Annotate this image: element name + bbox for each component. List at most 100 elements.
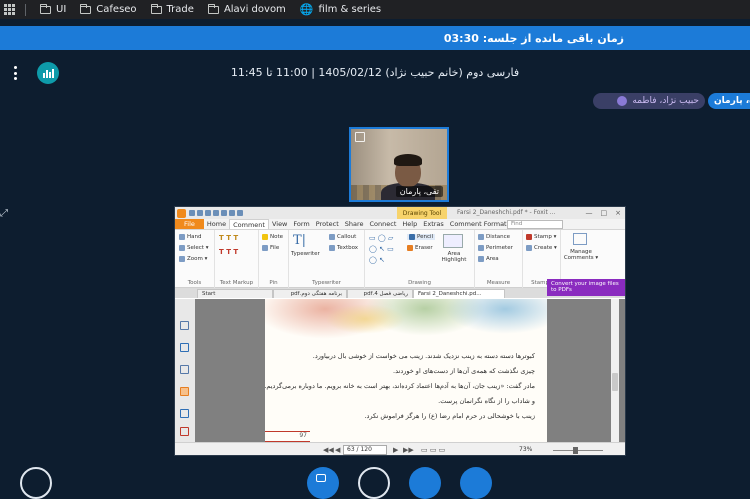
bookmark-trade[interactable]: Trade <box>150 3 194 15</box>
pencil-tool[interactable]: Pencil <box>407 234 436 240</box>
manage-comments-icon[interactable] <box>573 233 587 245</box>
shared-screen-document[interactable]: Drawing Tool Farsi 2_Daneshchi.pdf * - F… <box>174 206 626 456</box>
find-input[interactable]: Find <box>507 220 563 229</box>
scroll-thumb[interactable] <box>612 373 618 391</box>
area-highlight-tool[interactable]: Area Highlight <box>437 251 471 263</box>
zoom-slider-handle[interactable] <box>573 447 578 454</box>
prev-page-icon[interactable]: ◀ <box>335 446 340 454</box>
participant-chip-teacher[interactable]: حبیب نژاد، فاطمه <box>593 93 705 109</box>
typewriter-tool[interactable]: Typewriter <box>291 251 320 257</box>
maximize-icon[interactable]: □ <box>601 209 608 217</box>
fullscreen-icon[interactable]: ⤢ <box>0 208 10 220</box>
bookmark-cafeseo[interactable]: Cafeseo <box>80 3 137 15</box>
doc-tab-farsi[interactable]: Farsi 2_Daneshchi.pd... <box>413 289 505 298</box>
tab-file[interactable]: File <box>175 219 204 229</box>
distance-tool[interactable]: Distance <box>478 234 510 240</box>
microphone-button[interactable] <box>409 467 441 499</box>
doc-tab-math[interactable]: ریاضی فصل 4.pdf <box>347 289 413 298</box>
zoom-slider[interactable] <box>553 450 603 451</box>
first-page-icon[interactable]: ◀◀ <box>323 446 334 454</box>
tab-help[interactable]: Help <box>399 219 420 229</box>
create-stamp-tool[interactable]: Create ▾ <box>526 245 557 251</box>
textbox-tool[interactable]: Textbox <box>329 245 358 251</box>
bookmark-film-series[interactable]: 🌐 film & series <box>300 3 381 16</box>
bookmark-ui[interactable]: UI <box>40 3 67 15</box>
apps-grid-icon[interactable] <box>4 4 15 15</box>
folder-icon <box>207 3 219 14</box>
signature-panel-icon[interactable] <box>180 427 189 436</box>
zoom-tool[interactable]: Zoom ▾ <box>179 256 207 262</box>
comments-panel-icon[interactable] <box>180 387 189 396</box>
globe-icon: 🌐 <box>299 3 314 16</box>
page-text: کبوترها دسته دسته به زینب نزدیک شدند. زی… <box>265 349 535 424</box>
text-markup-icons[interactable]: T T T <box>219 234 238 242</box>
convert-ad-banner[interactable]: Convert your image files to PDFs <box>547 279 625 296</box>
tab-extras[interactable]: Extras <box>420 219 447 229</box>
tab-protect[interactable]: Protect <box>313 219 342 229</box>
tab-home[interactable]: Home <box>204 219 229 229</box>
manage-comments-tool[interactable]: Manage Comments ▾ <box>561 249 601 261</box>
view-mode-icons[interactable]: ▭ ▭ ▭ <box>421 446 445 454</box>
shape-tools-row2[interactable]: ◯ ↖ ▭ <box>369 245 394 253</box>
tab-comment[interactable]: Comment <box>229 219 269 229</box>
tab-comment-format[interactable]: Comment Format <box>447 219 510 229</box>
select-tool[interactable]: Select ▾ <box>179 245 208 251</box>
text-markup-icons-row2[interactable]: T T T <box>219 248 238 256</box>
session-timer-text: زمان باقی مانده از جلسه: 03:30 <box>443 31 624 45</box>
bookmarks-panel-icon[interactable] <box>180 321 189 330</box>
hand-tool[interactable]: Hand <box>179 234 201 240</box>
webcam-tile[interactable]: تقی، پارمان <box>349 127 449 202</box>
shape-tools[interactable]: ▭ ◯ ▱ <box>369 234 393 242</box>
page-number-input[interactable]: 63 / 120 <box>343 445 387 455</box>
perimeter-tool[interactable]: Perimeter <box>478 245 513 251</box>
attachments-panel-icon[interactable] <box>180 409 189 418</box>
expand-icon[interactable] <box>355 132 365 142</box>
screen-share-button[interactable] <box>358 467 390 499</box>
layers-panel-icon[interactable] <box>180 365 189 374</box>
tab-view[interactable]: View <box>269 219 290 229</box>
window-controls[interactable]: — □ × <box>586 209 622 217</box>
vertical-scrollbar[interactable] <box>611 299 619 442</box>
ribbon-group-typewriter: T| Typewriter Callout Textbox Typewriter <box>289 230 365 288</box>
tab-connect[interactable]: Connect <box>367 219 400 229</box>
webcam-person-hair <box>394 154 422 166</box>
doc-tab-weekly[interactable]: برنامه هفتگی دوم.pdf <box>273 289 347 298</box>
last-page-icon[interactable]: ▶▶ <box>403 446 414 454</box>
note-tool[interactable]: Note <box>262 234 283 240</box>
document-viewport[interactable]: کبوترها دسته دسته به زینب نزدیک شدند. زی… <box>175 299 625 442</box>
pages-panel-icon[interactable] <box>180 343 189 352</box>
bookmark-alavi-dovom[interactable]: Alavi dovom <box>207 3 286 15</box>
callout-tool[interactable]: Callout <box>329 234 356 240</box>
typewriter-icon[interactable]: T| <box>293 233 306 248</box>
bookmarks-separator <box>25 3 26 16</box>
close-icon[interactable]: × <box>615 209 621 217</box>
area-tool[interactable]: Area <box>478 256 499 262</box>
raise-hand-button[interactable] <box>460 467 492 499</box>
avatar <box>617 96 628 106</box>
pdf-page: کبوترها دسته دسته به زینب نزدیک شدند. زی… <box>265 299 547 442</box>
quick-access-toolbar[interactable] <box>189 210 243 216</box>
minimize-icon[interactable]: — <box>586 209 593 217</box>
page-line: و شاداب را از نگاه نگرانمان پرست. <box>438 397 535 405</box>
doc-tab-start[interactable]: Start <box>197 289 273 298</box>
area-highlight-icon[interactable] <box>443 234 463 248</box>
file-tool[interactable]: File <box>262 245 279 251</box>
tab-share[interactable]: Share <box>342 219 367 229</box>
bookmark-label: Alavi dovom <box>223 4 286 15</box>
bookmark-label: UI <box>56 4 67 15</box>
shape-tools-row3[interactable]: ◯ ↖ <box>369 256 385 264</box>
ribbon-group-label: Tools <box>187 280 202 286</box>
drawing-tools-context-tab[interactable]: Drawing Tool <box>397 207 447 219</box>
participant-chip-student[interactable]: ه، پارمان <box>708 93 750 109</box>
eraser-tool[interactable]: Eraser <box>407 245 433 251</box>
tab-form[interactable]: Form <box>290 219 312 229</box>
zoom-level[interactable]: 73% <box>519 446 532 453</box>
stamp-tool[interactable]: Stamp ▾ <box>526 234 556 240</box>
camera-button[interactable] <box>307 467 339 499</box>
page-line: مادر گفت: «زینب جان، آن‌ها به آدم‌ها اعت… <box>265 382 535 390</box>
settings-button[interactable] <box>20 467 52 499</box>
foxit-document-title: Farsi 2_Daneshchi.pdf * - Foxit ... <box>457 209 556 216</box>
participant-name: ه، پارمان <box>714 96 750 106</box>
next-page-icon[interactable]: ▶ <box>393 446 398 454</box>
webcam-name-label: تقی، پارمان <box>395 186 443 197</box>
